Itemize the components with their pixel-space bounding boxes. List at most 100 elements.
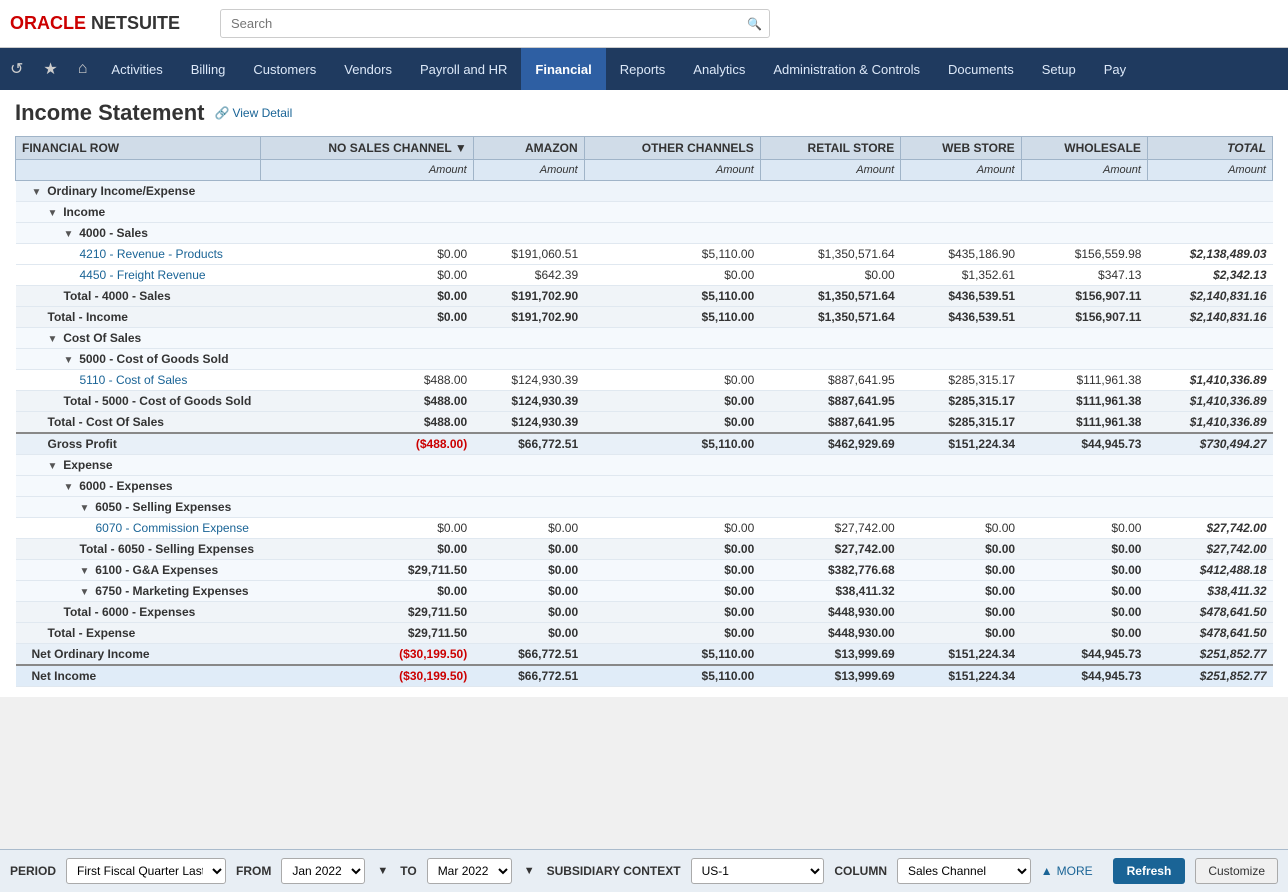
row-label: Total - Cost Of Sales <box>48 415 164 429</box>
nav-payroll[interactable]: Payroll and HR <box>406 48 521 90</box>
nav-pay[interactable]: Pay <box>1090 48 1140 90</box>
cell-amazon <box>473 328 584 349</box>
subsidiary-select[interactable]: US-1 <box>691 858 825 884</box>
collapse-icon[interactable]: ▼ <box>64 355 77 366</box>
cell-total <box>1147 455 1272 476</box>
cell-no_sales: $488.00 <box>260 412 473 434</box>
table-row: ▼ 6050 - Selling Expenses <box>16 497 1273 518</box>
cell-web: $151,224.34 <box>901 644 1021 666</box>
collapse-icon[interactable]: ▼ <box>48 461 61 472</box>
search-input[interactable] <box>220 9 770 38</box>
financial-table: FINANCIAL ROW NO SALES CHANNEL ▼ AMAZON … <box>15 136 1273 687</box>
table-row: ▼ 6750 - Marketing Expenses$0.00$0.00$0.… <box>16 581 1273 602</box>
col-other-amount: Amount <box>584 160 760 181</box>
history-nav-icon[interactable]: ↺ <box>0 48 33 90</box>
cell-other <box>584 455 760 476</box>
view-detail-link[interactable]: 🔗 View Detail <box>215 106 293 120</box>
cell-no_sales <box>260 455 473 476</box>
cell-retail: $887,641.95 <box>760 412 900 434</box>
cell-wholesale: $44,945.73 <box>1021 665 1147 687</box>
column-select[interactable]: Sales Channel <box>897 858 1031 884</box>
row-label: 6100 - G&A Expenses <box>95 563 218 577</box>
page-title: Income Statement <box>15 100 205 126</box>
nav-billing[interactable]: Billing <box>177 48 240 90</box>
collapse-icon[interactable]: ▼ <box>80 566 93 577</box>
cell-no_sales: $0.00 <box>260 286 473 307</box>
table-row: Total - Income$0.00$191,702.90$5,110.00$… <box>16 307 1273 328</box>
cell-other: $5,110.00 <box>584 244 760 265</box>
cell-total: $478,641.50 <box>1147 602 1272 623</box>
cell-no_sales <box>260 202 473 223</box>
nav-analytics[interactable]: Analytics <box>679 48 759 90</box>
row-label: Gross Profit <box>48 437 117 451</box>
collapse-icon[interactable]: ▼ <box>80 587 93 598</box>
row-label: Net Income <box>32 669 97 683</box>
cell-total: $38,411.32 <box>1147 581 1272 602</box>
arrow-down-to: ▼ <box>524 865 535 877</box>
cell-total: $2,140,831.16 <box>1147 307 1272 328</box>
cell-no_sales: ($488.00) <box>260 433 473 455</box>
nav-activities[interactable]: Activities <box>97 48 176 90</box>
cell-retail: $887,641.95 <box>760 370 900 391</box>
cell-other <box>584 181 760 202</box>
period-select[interactable]: First Fiscal Quarter Last F <box>66 858 226 884</box>
cell-no_sales: $29,711.50 <box>260 623 473 644</box>
nav-customers[interactable]: Customers <box>239 48 330 90</box>
more-link[interactable]: ▲ MORE <box>1041 864 1093 878</box>
nav-financial[interactable]: Financial <box>521 48 605 90</box>
cell-total <box>1147 476 1272 497</box>
customize-button[interactable]: Customize <box>1195 858 1278 884</box>
table-row: Total - Cost Of Sales $488.00$124,930.39 $… <box>16 412 1273 434</box>
col-amazon-amount: Amount <box>473 160 584 181</box>
nav-setup[interactable]: Setup <box>1028 48 1090 90</box>
cell-wholesale: $0.00 <box>1021 518 1147 539</box>
cell-wholesale: $44,945.73 <box>1021 433 1147 455</box>
collapse-icon[interactable]: ▼ <box>64 229 77 240</box>
cell-no_sales <box>260 476 473 497</box>
nav-vendors[interactable]: Vendors <box>330 48 406 90</box>
cell-amazon: $0.00 <box>473 539 584 560</box>
table-row: 4210 - Revenue - Products$0.00$191,060.5… <box>16 244 1273 265</box>
cell-web: $151,224.34 <box>901 665 1021 687</box>
cell-wholesale: $111,961.38 <box>1021 412 1147 434</box>
nav-reports[interactable]: Reports <box>606 48 680 90</box>
cell-retail: $382,776.68 <box>760 560 900 581</box>
nav-admin[interactable]: Administration & Controls <box>759 48 934 90</box>
cell-no_sales: ($30,199.50) <box>260 665 473 687</box>
cell-retail: $448,930.00 <box>760 623 900 644</box>
bottom-bar: PERIOD First Fiscal Quarter Last F FROM … <box>0 849 1288 892</box>
arrow-down-from: ▼ <box>377 865 388 877</box>
cell-amazon <box>473 497 584 518</box>
cell-total <box>1147 497 1272 518</box>
cell-other: $0.00 <box>584 391 760 412</box>
refresh-button[interactable]: Refresh <box>1113 858 1186 884</box>
nav-documents[interactable]: Documents <box>934 48 1028 90</box>
collapse-icon[interactable]: ▼ <box>48 208 61 219</box>
cell-web: $0.00 <box>901 581 1021 602</box>
from-select[interactable]: Jan 2022 <box>281 858 365 884</box>
collapse-icon[interactable]: ▼ <box>48 334 61 345</box>
cell-amazon <box>473 223 584 244</box>
cell-retail <box>760 497 900 518</box>
cell-web: $436,539.51 <box>901 286 1021 307</box>
to-select[interactable]: Mar 2022 <box>427 858 512 884</box>
cell-other <box>584 328 760 349</box>
col-total: TOTAL <box>1147 137 1272 160</box>
collapse-icon[interactable]: ▼ <box>64 482 77 493</box>
cell-amazon: $124,930.39 <box>473 412 584 434</box>
cell-retail: $1,350,571.64 <box>760 307 900 328</box>
table-row: ▼ Expense <box>16 455 1273 476</box>
cell-total <box>1147 223 1272 244</box>
star-nav-icon[interactable]: ★ <box>33 48 67 90</box>
collapse-icon[interactable]: ▼ <box>32 187 45 198</box>
col-wholesale: WHOLESALE <box>1021 137 1147 160</box>
cell-web <box>901 497 1021 518</box>
cell-wholesale <box>1021 455 1147 476</box>
cell-no_sales: $0.00 <box>260 307 473 328</box>
cell-wholesale <box>1021 349 1147 370</box>
home-nav-icon[interactable]: ⌂ <box>68 48 98 90</box>
collapse-icon[interactable]: ▼ <box>80 503 93 514</box>
cell-total: $251,852.77 <box>1147 665 1272 687</box>
cell-retail <box>760 349 900 370</box>
row-label: Total - Expense <box>48 626 136 640</box>
